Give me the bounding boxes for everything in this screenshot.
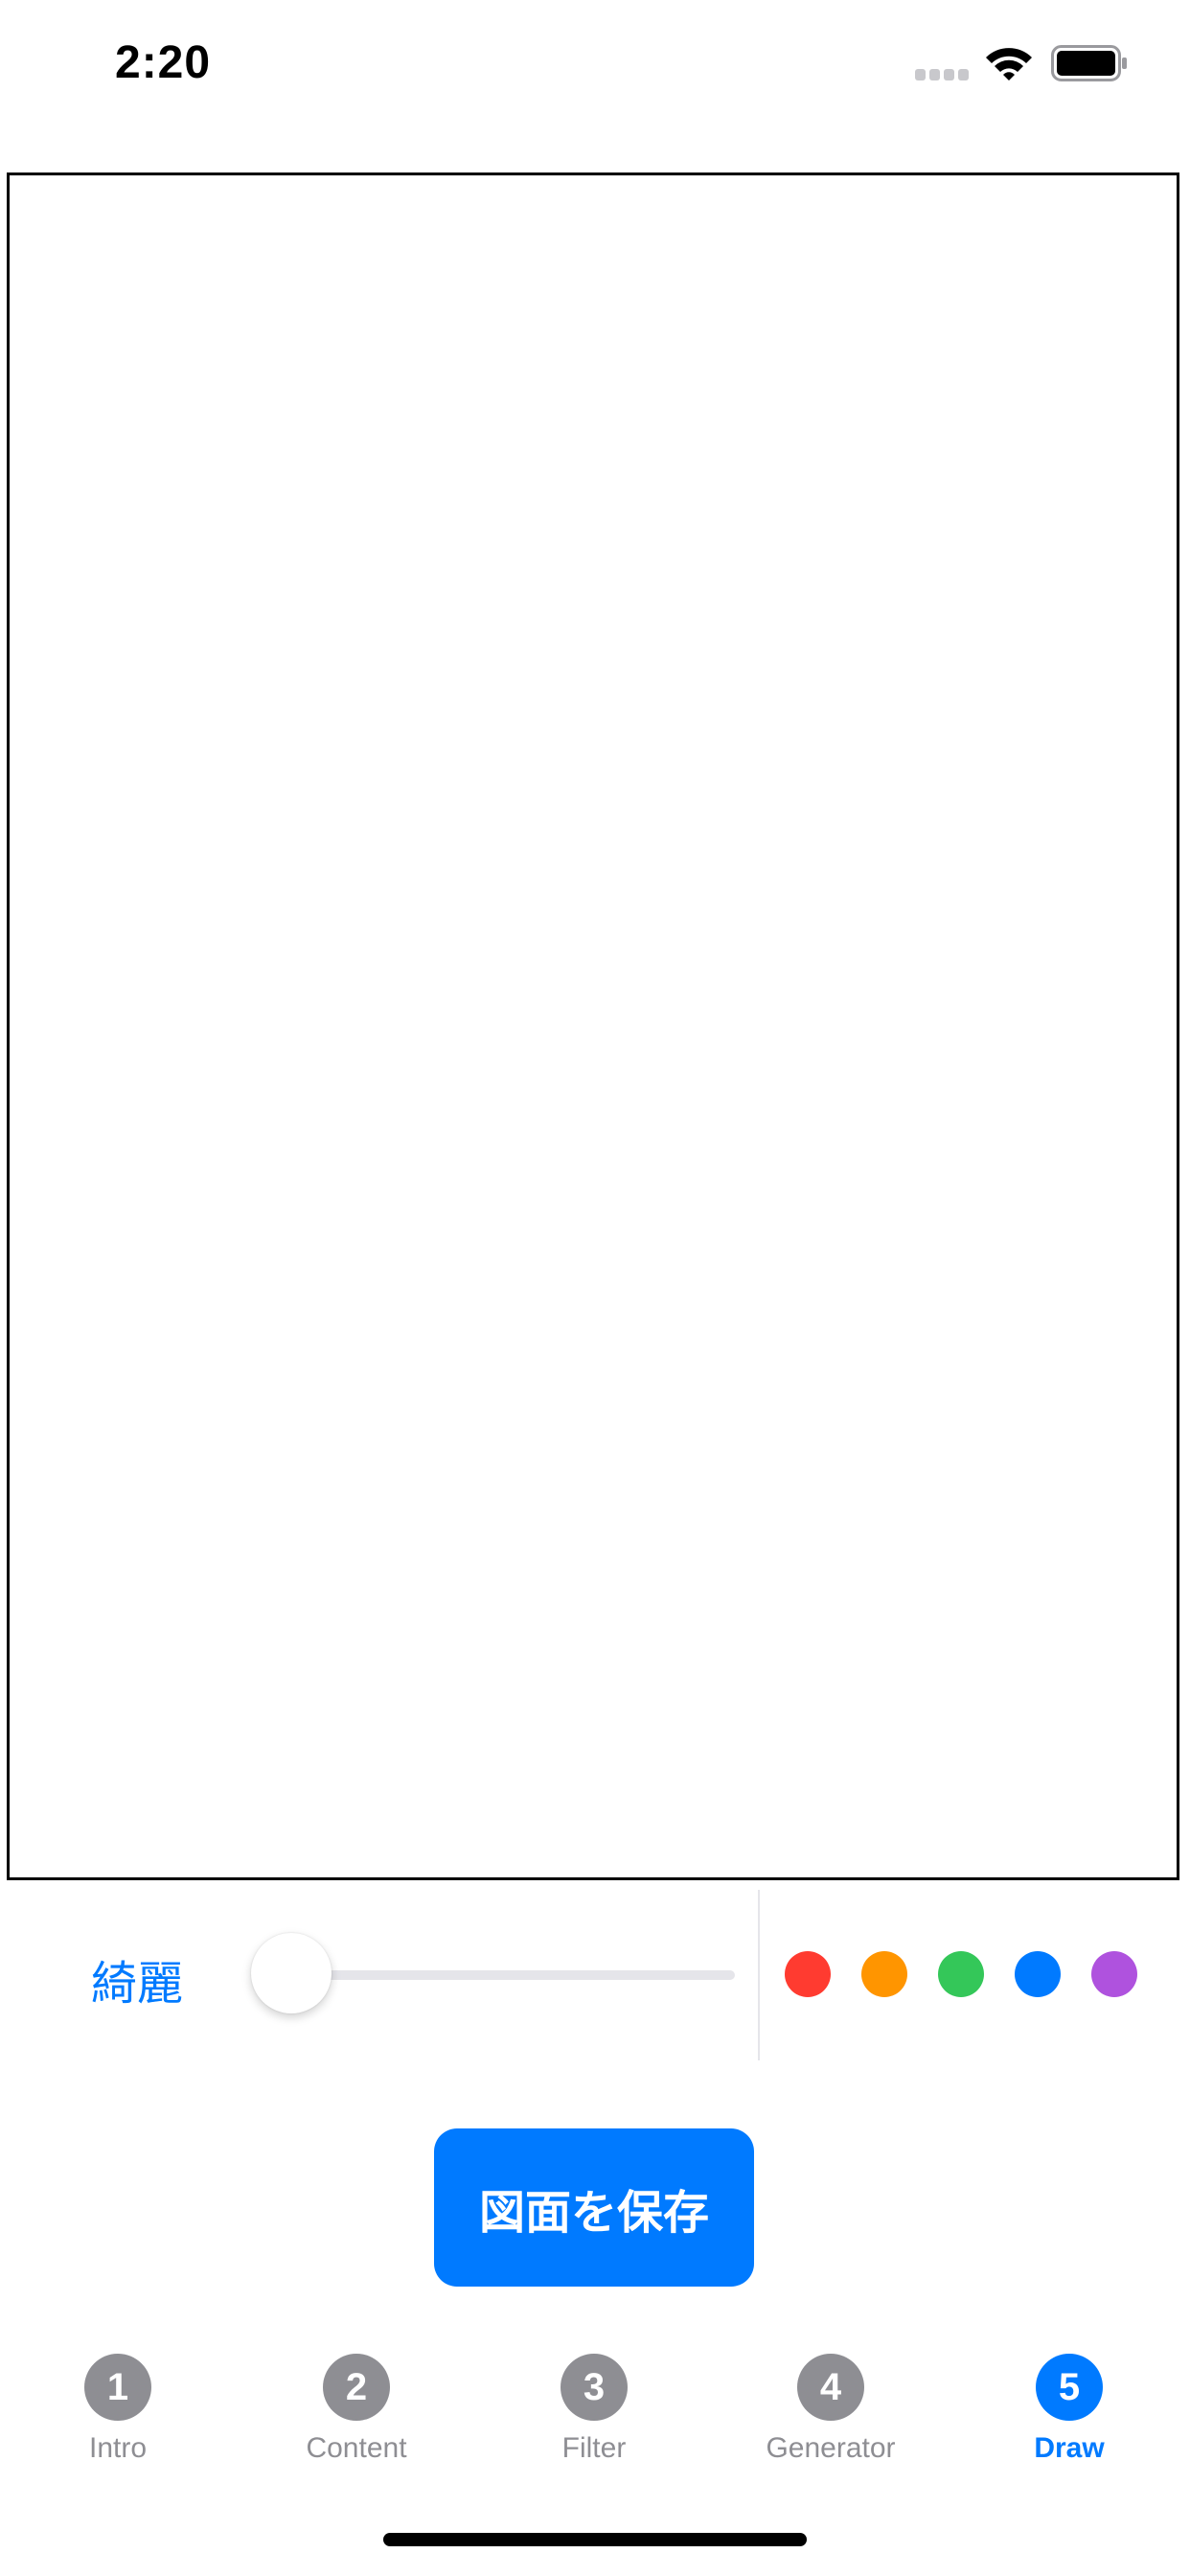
tab-number-3-icon: 3 (561, 2354, 628, 2421)
home-indicator (383, 2533, 807, 2546)
status-bar: 2:20 (0, 0, 1190, 134)
tab-number-5-icon: 5 (1036, 2354, 1103, 2421)
tab-label: Draw (1034, 2432, 1105, 2464)
tab-draw[interactable]: 5 Draw (964, 2338, 1175, 2472)
color-swatch-green[interactable] (938, 1951, 984, 1997)
tab-label: Intro (88, 2432, 148, 2464)
smooth-toggle-label[interactable]: 綺麗 (91, 1945, 183, 2012)
tab-label: Generator (766, 2432, 896, 2464)
wifi-icon (986, 48, 1032, 80)
slider-thumb[interactable] (251, 1933, 332, 2013)
color-swatch-purple[interactable] (1091, 1951, 1137, 1997)
color-swatch-orange[interactable] (861, 1951, 907, 1997)
drawing-canvas[interactable] (7, 172, 1179, 1880)
tab-content[interactable]: 2 Content (251, 2338, 462, 2472)
battery-icon (1051, 45, 1127, 81)
tab-label: Content (306, 2432, 407, 2464)
tab-number-4-icon: 4 (797, 2354, 864, 2421)
tab-number-1-icon: 1 (84, 2354, 151, 2421)
line-width-slider[interactable] (251, 1932, 735, 2018)
signal-icon (915, 69, 971, 82)
tab-filter[interactable]: 3 Filter (489, 2338, 699, 2472)
tab-generator[interactable]: 4 Generator (725, 2338, 936, 2472)
save-drawing-button[interactable]: 図面を保存 (434, 2128, 754, 2287)
color-swatch-blue[interactable] (1015, 1951, 1061, 1997)
tab-label: Filter (561, 2432, 627, 2464)
toolbar-divider (758, 1890, 760, 2060)
tab-bar: 1 Intro 2 Content 3 Filter 4 Generator 5 Draw (0, 2338, 1190, 2472)
tab-intro[interactable]: 1 Intro (12, 2338, 223, 2472)
status-time: 2:20 (115, 37, 212, 88)
color-swatch-red[interactable] (785, 1951, 831, 1997)
tab-number-2-icon: 2 (323, 2354, 390, 2421)
